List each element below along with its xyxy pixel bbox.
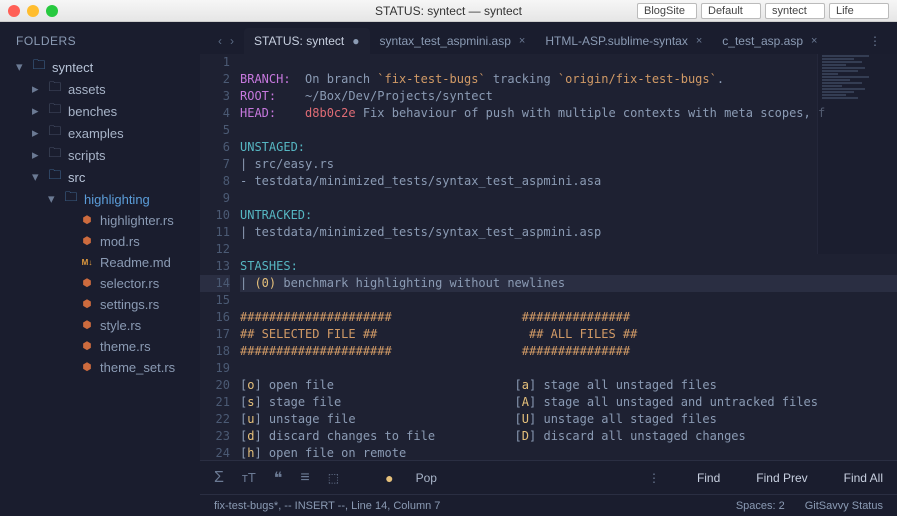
titlebar-tab[interactable]: BlogSite [637, 3, 697, 19]
titlebar: STATUS: syntect — syntect BlogSite Defau… [0, 0, 897, 22]
main-area: FOLDERS ▾🗀syntect▸🗀assets▸🗀benches▸🗀exam… [0, 22, 897, 516]
file-item[interactable]: ⬢ theme_set.rs [0, 357, 200, 378]
status-bar: fix-test-bugs*, -- INSERT --, Line 14, C… [200, 494, 897, 516]
file-item[interactable]: ⬢ theme.rs [0, 336, 200, 357]
tab-bar: ‹ › STATUS: syntect ● syntax_test_aspmini.… [200, 22, 897, 54]
lightbulb-icon[interactable]: ● [385, 470, 393, 486]
editor-tab[interactable]: HTML-ASP.sublime-syntax × [535, 28, 712, 54]
nav-arrows: ‹ › [208, 34, 244, 54]
close-tab-icon[interactable]: × [519, 35, 525, 47]
code-area[interactable]: 1234567891011121314151617181920212223242… [200, 54, 897, 460]
rust-file-icon: ⬢ [80, 362, 94, 374]
line-gutter: 1234567891011121314151617181920212223242… [200, 54, 240, 460]
folder-icon: 🗀 [48, 105, 62, 117]
selection-icon[interactable]: ⬚ [328, 471, 339, 485]
status-left[interactable]: fix-test-bugs*, -- INSERT --, Line 14, C… [214, 500, 440, 512]
minimap[interactable] [817, 54, 897, 254]
folder-item[interactable]: ▸🗀scripts [0, 144, 200, 166]
tree-item-label: assets [68, 82, 106, 97]
editor-tab[interactable]: STATUS: syntect ● [244, 28, 370, 54]
tree-item-label: examples [68, 126, 124, 141]
window-controls [8, 5, 58, 17]
folder-icon: 🗀 [48, 127, 62, 139]
tab-menu-icon[interactable]: ⋮ [855, 28, 897, 54]
titlebar-tab[interactable]: Default [701, 3, 761, 19]
tab-label: syntax_test_aspmini.asp [380, 34, 511, 48]
rust-file-icon: ⬢ [80, 320, 94, 332]
file-item[interactable]: ⬢ mod.rs [0, 231, 200, 252]
tab-label: HTML-ASP.sublime-syntax [545, 34, 688, 48]
rust-file-icon: ⬢ [80, 215, 94, 227]
folders-header: FOLDERS [0, 30, 200, 56]
file-item[interactable]: ⬢ settings.rs [0, 294, 200, 315]
pop-label[interactable]: Pop [416, 471, 437, 485]
tree-item-label: theme_set.rs [100, 360, 175, 375]
nav-back-icon[interactable]: ‹ [218, 34, 222, 48]
tree-item-label: scripts [68, 148, 106, 163]
folder-icon: 🗀 [48, 83, 62, 95]
find-prev-button[interactable]: Find Prev [756, 471, 807, 485]
tree-item-label: highlighter.rs [100, 213, 174, 228]
file-item[interactable]: ⬢ style.rs [0, 315, 200, 336]
rust-file-icon: ⬢ [80, 278, 94, 290]
folder-icon: 🗀 [48, 149, 62, 161]
folder-item[interactable]: ▾🗀src [0, 166, 200, 188]
markdown-file-icon: M↓ [80, 257, 94, 269]
close-icon[interactable] [8, 5, 20, 17]
sigma-icon[interactable]: Σ [214, 469, 224, 487]
close-tab-icon[interactable]: × [811, 35, 817, 47]
tree-item-label: highlighting [84, 192, 150, 207]
editor: ‹ › STATUS: syntect ● syntax_test_aspmini.… [200, 22, 897, 516]
quote-icon[interactable]: ❝ [274, 468, 283, 488]
folder-item[interactable]: ▸🗀assets [0, 78, 200, 100]
tree-item-label: Readme.md [100, 255, 171, 270]
tree-item-label: src [68, 170, 85, 185]
sidebar: FOLDERS ▾🗀syntect▸🗀assets▸🗀benches▸🗀exam… [0, 22, 200, 516]
tab-label: STATUS: syntect [254, 34, 344, 48]
tree-item-label: syntect [52, 60, 93, 75]
editor-tab[interactable]: syntax_test_aspmini.asp × [370, 28, 536, 54]
nav-forward-icon[interactable]: › [230, 34, 234, 48]
tree-item-label: benches [68, 104, 117, 119]
find-toolbar: Σ тT ❝ ≡ ⬚ ● Pop ⋮ Find Find Prev Find A… [200, 460, 897, 494]
status-syntax[interactable]: GitSavvy Status [805, 500, 883, 512]
folder-item[interactable]: ▾🗀highlighting [0, 188, 200, 210]
tree-item-label: theme.rs [100, 339, 151, 354]
rust-file-icon: ⬢ [80, 236, 94, 248]
folder-open-icon: 🗀 [48, 171, 62, 183]
tree-item-label: mod.rs [100, 234, 140, 249]
folder-open-icon: 🗀 [64, 193, 78, 205]
tree-item-label: settings.rs [100, 297, 159, 312]
find-all-button[interactable]: Find All [844, 471, 883, 485]
titlebar-tabs: BlogSite Default syntect Life [637, 3, 889, 19]
titlebar-tab[interactable]: Life [829, 3, 889, 19]
folder-item[interactable]: ▸🗀benches [0, 100, 200, 122]
status-spaces[interactable]: Spaces: 2 [736, 500, 785, 512]
file-item[interactable]: M↓ Readme.md [0, 252, 200, 273]
folder-item[interactable]: ▸🗀examples [0, 122, 200, 144]
tab-label: c_test_asp.asp [722, 34, 803, 48]
tree-item-label: style.rs [100, 318, 141, 333]
dirty-indicator-icon: ● [352, 34, 359, 48]
tree-item-label: selector.rs [100, 276, 159, 291]
wrap-icon[interactable]: ≡ [300, 469, 309, 487]
close-tab-icon[interactable]: × [696, 35, 702, 47]
minimize-icon[interactable] [27, 5, 39, 17]
file-item[interactable]: ⬢ selector.rs [0, 273, 200, 294]
titlebar-tab[interactable]: syntect [765, 3, 825, 19]
folder-open-icon: 🗀 [32, 61, 46, 73]
editor-tab[interactable]: c_test_asp.asp × [712, 28, 827, 54]
code-content[interactable]: BRANCH: On branch `fix-test-bugs` tracki… [240, 54, 897, 460]
find-button[interactable]: Find [697, 471, 720, 485]
file-item[interactable]: ⬢ highlighter.rs [0, 210, 200, 231]
folder-item[interactable]: ▾🗀syntect [0, 56, 200, 78]
rust-file-icon: ⬢ [80, 341, 94, 353]
rust-file-icon: ⬢ [80, 299, 94, 311]
maximize-icon[interactable] [46, 5, 58, 17]
more-icon[interactable]: ⋮ [648, 471, 661, 485]
text-size-icon[interactable]: тT [242, 470, 256, 485]
file-tree: ▾🗀syntect▸🗀assets▸🗀benches▸🗀examples▸🗀sc… [0, 56, 200, 378]
